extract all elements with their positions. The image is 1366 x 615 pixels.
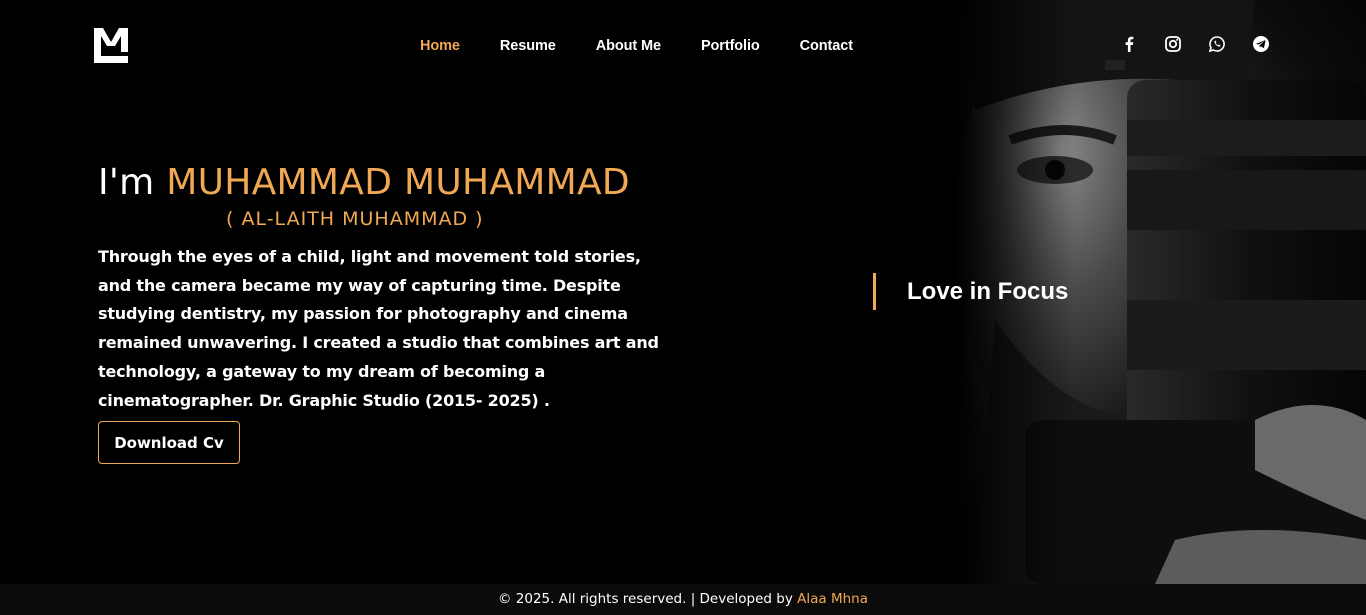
- instagram-icon[interactable]: [1164, 35, 1182, 53]
- main-nav: Home Resume About Me Portfolio Contact: [420, 38, 893, 54]
- site-logo[interactable]: [94, 28, 128, 63]
- footer-copyright: © 2025. All rights reserved. | Developed…: [498, 591, 798, 607]
- hero-name: MUHAMMAD MUHAMMAD: [166, 162, 630, 203]
- nav-home[interactable]: Home: [420, 38, 460, 54]
- facebook-icon[interactable]: [1120, 35, 1138, 53]
- hero-bio: Through the eyes of a child, light and m…: [98, 247, 659, 410]
- nav-about-me[interactable]: About Me: [596, 38, 661, 54]
- hero-title: I'm MUHAMMAD MUHAMMAD: [98, 162, 630, 203]
- nav-resume[interactable]: Resume: [500, 38, 556, 54]
- social-links: [1120, 35, 1296, 53]
- hero-tagline: Love in Focus: [873, 273, 1068, 310]
- hero-greeting: I'm: [98, 162, 155, 203]
- nav-contact[interactable]: Contact: [800, 38, 853, 54]
- hero-subtitle: ( AL-LAITH MUHAMMAD ): [226, 208, 484, 230]
- nav-portfolio[interactable]: Portfolio: [701, 38, 760, 54]
- telegram-icon[interactable]: [1252, 35, 1270, 53]
- m-logo-icon: [94, 28, 128, 63]
- footer-developer-link[interactable]: Alaa Mhna: [797, 591, 868, 607]
- site-footer: © 2025. All rights reserved. | Developed…: [0, 584, 1366, 615]
- download-cv-button[interactable]: Download Cv: [98, 421, 240, 464]
- whatsapp-icon[interactable]: [1208, 35, 1226, 53]
